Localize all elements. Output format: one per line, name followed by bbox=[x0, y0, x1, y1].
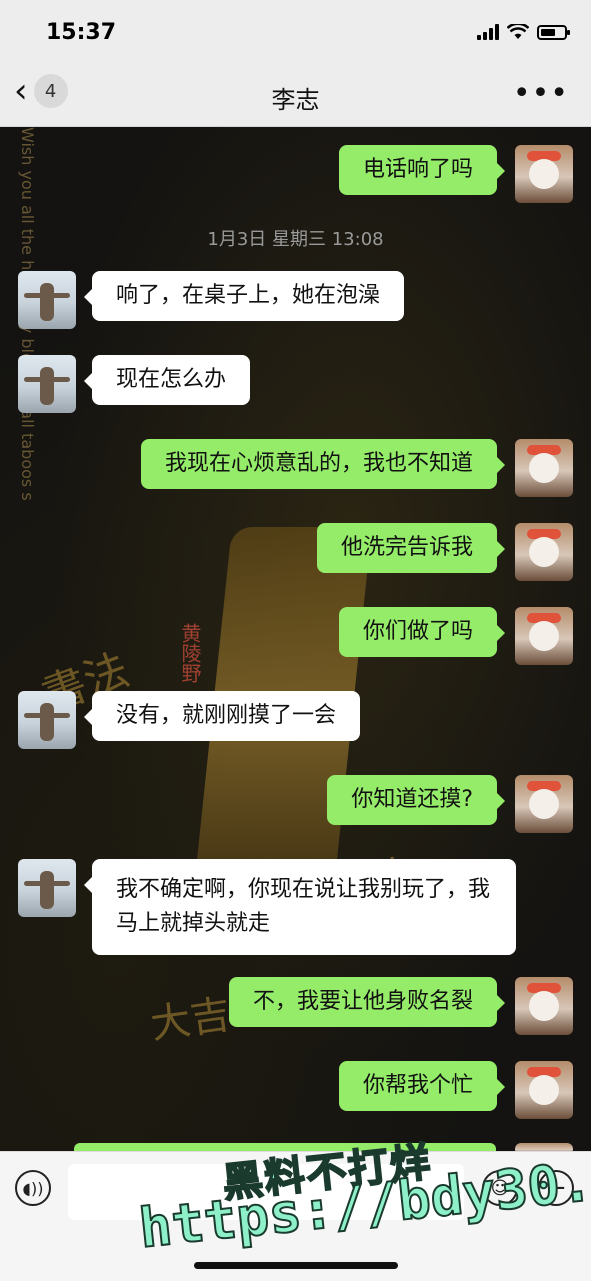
voice-icon[interactable]: ◖)) bbox=[15, 1170, 51, 1206]
message-bubble-received[interactable]: 现在怎么办 bbox=[83, 355, 251, 405]
status-bar: 15:37 bbox=[0, 0, 591, 64]
my-avatar[interactable] bbox=[515, 977, 573, 1035]
contact-avatar[interactable] bbox=[18, 691, 76, 749]
message-bubble-sent[interactable]: 电话响了吗 bbox=[338, 145, 506, 195]
chat-header: ‹ 4 李志 ••• bbox=[0, 64, 591, 127]
message-bubble-sent[interactable]: 我现在心烦意乱的，我也不知道 bbox=[140, 439, 506, 489]
message-bubble-sent[interactable]: 你知道还摸? bbox=[327, 775, 505, 825]
more-options-icon[interactable]: ••• bbox=[513, 76, 569, 111]
battery-icon bbox=[537, 24, 570, 40]
status-icons bbox=[477, 24, 570, 40]
my-avatar[interactable] bbox=[515, 1143, 573, 1151]
chat-title: 李志 bbox=[271, 86, 320, 114]
message-bubble-received[interactable]: 我不确定啊，你现在说让我别玩了，我马上就掉头就走 bbox=[84, 859, 516, 955]
my-avatar[interactable] bbox=[515, 523, 573, 581]
wallpaper-glyphs: 大吉 bbox=[147, 991, 234, 1049]
status-time: 15:37 bbox=[46, 20, 117, 45]
contact-avatar[interactable] bbox=[18, 859, 76, 917]
my-avatar[interactable] bbox=[515, 775, 573, 833]
contact-avatar[interactable] bbox=[18, 271, 76, 329]
message-bubble-sent[interactable]: 你帮我个忙 bbox=[338, 1061, 506, 1111]
my-avatar[interactable] bbox=[515, 439, 573, 497]
my-avatar[interactable] bbox=[515, 607, 573, 665]
my-avatar[interactable] bbox=[515, 145, 573, 203]
message-bubble-sent[interactable]: 你们做了吗 bbox=[338, 607, 506, 657]
message-bubble-sent[interactable]: 他洗完告诉我 bbox=[316, 523, 506, 573]
message-bubble-received[interactable]: 没有，就刚刚摸了一会 bbox=[83, 691, 361, 741]
wallpaper-seal-text: 黄陵野 bbox=[178, 623, 202, 683]
wifi-icon bbox=[507, 24, 529, 39]
my-avatar[interactable] bbox=[515, 1061, 573, 1119]
message-bubble-sent[interactable]: 不，我要让他身败名裂 bbox=[228, 977, 506, 1027]
chat-area[interactable]: Wish you all the heavenly blessing all t… bbox=[0, 127, 591, 1151]
message-timestamp: 1月3日 星期三 13:08 bbox=[207, 229, 384, 250]
message-bubble-received[interactable]: 响了，在桌子上，她在泡澡 bbox=[83, 271, 405, 321]
signal-icon bbox=[477, 24, 499, 40]
home-indicator bbox=[194, 1262, 398, 1269]
contact-avatar[interactable] bbox=[18, 355, 76, 413]
